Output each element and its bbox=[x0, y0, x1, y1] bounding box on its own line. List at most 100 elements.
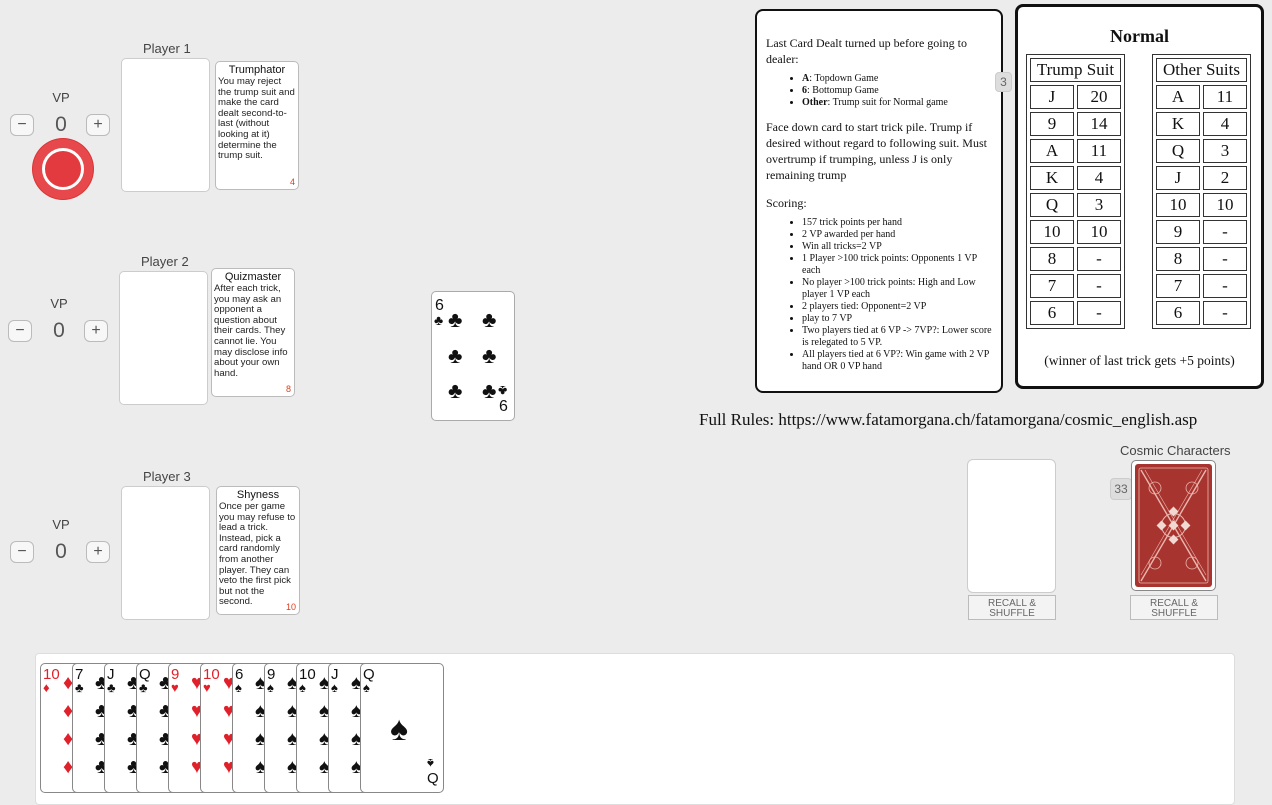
card-suit: ♣ bbox=[107, 680, 116, 695]
vp-minus-button[interactable]: − bbox=[10, 541, 34, 563]
card-back-pattern-icon bbox=[1135, 464, 1212, 587]
vp-value: 0 bbox=[53, 319, 65, 342]
points-cell: - bbox=[1202, 274, 1247, 298]
cosmic-count-badge: 33 bbox=[1110, 478, 1132, 500]
rank-cell: 10 bbox=[1030, 220, 1074, 244]
rules-intro: Last Card Dealt turned up before going t… bbox=[766, 36, 967, 66]
rank-cell: J bbox=[1030, 85, 1074, 109]
card-suit: ♠ bbox=[267, 680, 274, 695]
scoring-item: 2 VP awarded per hand bbox=[802, 229, 993, 241]
player-3-label: Player 3 bbox=[143, 469, 191, 484]
character-name: Shyness bbox=[236, 489, 280, 501]
rules-play-text: Face down card to start trick pile. Trum… bbox=[766, 120, 987, 182]
card-suit: ♥ bbox=[203, 680, 211, 695]
card-suit: ♣ bbox=[434, 312, 444, 328]
rules-scoring-list: 157 trick points per hand 2 VP awarded p… bbox=[766, 217, 993, 373]
rules-modes-list: A: Topdown Game 6: Bottomup Game Other: … bbox=[766, 73, 993, 109]
rank-cell: 7 bbox=[1030, 274, 1074, 298]
rules-mode-item: A: Topdown Game bbox=[802, 73, 993, 85]
rank-cell: Q bbox=[1030, 193, 1074, 217]
player-2-label: Player 2 bbox=[141, 254, 189, 269]
vp-plus-button[interactable]: + bbox=[86, 541, 110, 563]
cosmic-recall-shuffle-button[interactable]: RECALL & SHUFFLE bbox=[1130, 595, 1218, 620]
character-number: 8 bbox=[285, 384, 291, 394]
rank-cell: 6 bbox=[1156, 301, 1200, 325]
points-cell: 3 bbox=[1076, 193, 1121, 217]
vp-value: 0 bbox=[55, 540, 67, 563]
points-cell: - bbox=[1202, 220, 1247, 244]
hand-card[interactable]: Q ♠ ♠ ♠ Q bbox=[360, 663, 444, 793]
dealer-token[interactable] bbox=[33, 139, 93, 199]
vp-minus-button[interactable]: − bbox=[10, 114, 34, 136]
rules-scoring-title: Scoring: bbox=[766, 196, 807, 210]
points-cell: - bbox=[1202, 247, 1247, 271]
player-2-card-slot[interactable] bbox=[119, 271, 208, 405]
card-suit: ♠ bbox=[235, 680, 242, 695]
points-cell: 20 bbox=[1076, 85, 1121, 109]
scoring-item: No player >100 trick points: High and Lo… bbox=[802, 277, 993, 301]
club-pip: ♣ bbox=[448, 378, 463, 403]
points-cell: 10 bbox=[1076, 220, 1121, 244]
card-suit: ♥ bbox=[171, 680, 179, 695]
vp-label: VP bbox=[52, 90, 70, 105]
player-1-card-slot[interactable] bbox=[121, 58, 210, 192]
points-cell: 10 bbox=[1202, 193, 1247, 217]
points-cell: 14 bbox=[1076, 112, 1121, 136]
rank-cell: 9 bbox=[1030, 112, 1074, 136]
rank-cell: 9 bbox=[1156, 220, 1200, 244]
rank-cell: 7 bbox=[1156, 274, 1200, 298]
rank-cell: K bbox=[1156, 112, 1200, 136]
card-suit-bottom: ♠ bbox=[427, 756, 434, 771]
vp-value: 0 bbox=[55, 113, 67, 136]
scoring-item: play to 7 VP bbox=[802, 313, 993, 325]
vp-plus-button[interactable]: + bbox=[84, 320, 108, 342]
vp-plus-button[interactable]: + bbox=[86, 114, 110, 136]
character-text: Once per game you may refuse to lead a t… bbox=[219, 501, 296, 608]
player-1-character-card[interactable]: Trumphator You may reject the trump suit… bbox=[215, 61, 299, 190]
points-cell: 3 bbox=[1202, 139, 1247, 163]
vp-minus-button[interactable]: − bbox=[8, 320, 32, 342]
card-suit: ♠ bbox=[299, 680, 306, 695]
player-2-character-card[interactable]: Quizmaster After each trick, you may ask… bbox=[211, 268, 295, 397]
card-suit: ♣ bbox=[75, 680, 84, 695]
character-number: 10 bbox=[285, 602, 296, 612]
rank-cell: K bbox=[1030, 166, 1074, 190]
points-cell: - bbox=[1076, 301, 1121, 325]
scoring-item: 157 trick points per hand bbox=[802, 217, 993, 229]
cosmic-deck[interactable] bbox=[1131, 460, 1216, 591]
card-suit-bottom: ♣ bbox=[498, 383, 508, 399]
card-center-pip: ♠ bbox=[390, 710, 409, 748]
discard-pile[interactable] bbox=[967, 459, 1056, 593]
player-3-card-slot[interactable] bbox=[121, 486, 210, 620]
club-pip: ♣ bbox=[482, 343, 497, 368]
points-footer: (winner of last trick gets +5 points) bbox=[1044, 353, 1235, 368]
points-cell: - bbox=[1202, 301, 1247, 325]
character-text: After each trick, you may ask an opponen… bbox=[214, 283, 288, 379]
card-suit: ♠ bbox=[331, 680, 338, 695]
points-cell: - bbox=[1076, 274, 1121, 298]
scoring-item: 2 players tied: Opponent=2 VP bbox=[802, 301, 993, 313]
scoring-item: Win all tricks=2 VP bbox=[802, 241, 993, 253]
rules-card[interactable]: Last Card Dealt turned up before going t… bbox=[755, 9, 1003, 393]
club-pip: ♣ bbox=[482, 378, 497, 403]
player-3-character-card[interactable]: Shyness Once per game you may refuse to … bbox=[216, 486, 300, 615]
points-cell: 11 bbox=[1202, 85, 1247, 109]
cosmic-characters-label: Cosmic Characters bbox=[1120, 443, 1231, 458]
rank-cell: 8 bbox=[1156, 247, 1200, 271]
player-1-label: Player 1 bbox=[143, 41, 191, 56]
card-suit: ♦ bbox=[43, 680, 50, 695]
recall-shuffle-button[interactable]: RECALL & SHUFFLE bbox=[968, 595, 1056, 620]
card-rank-bottom: 6 bbox=[499, 398, 508, 415]
points-cell: 11 bbox=[1076, 139, 1121, 163]
points-card[interactable]: Normal Trump Suit J 20 9 14 A 11 K4 Q3 10 10… bbox=[1015, 4, 1264, 389]
other-suits-table: Other Suits A 11 K4 Q3 J2 10 10 9- 8- 7- 6… bbox=[1152, 54, 1251, 329]
points-cell: 4 bbox=[1076, 166, 1121, 190]
trump-card[interactable]: 6 ♣ ♣ ♣ ♣ ♣ ♣ ♣ ♣ 6 bbox=[431, 291, 515, 421]
club-pip: ♣ bbox=[448, 343, 463, 368]
card-rank-bottom: Q bbox=[427, 770, 439, 787]
points-cell: - bbox=[1076, 247, 1121, 271]
points-title: Normal bbox=[1110, 26, 1169, 46]
rules-count-badge: 3 bbox=[995, 72, 1012, 92]
vp-label: VP bbox=[50, 296, 68, 311]
full-rules-link[interactable]: Full Rules: https://www.fatamorgana.ch/f… bbox=[699, 410, 1197, 430]
